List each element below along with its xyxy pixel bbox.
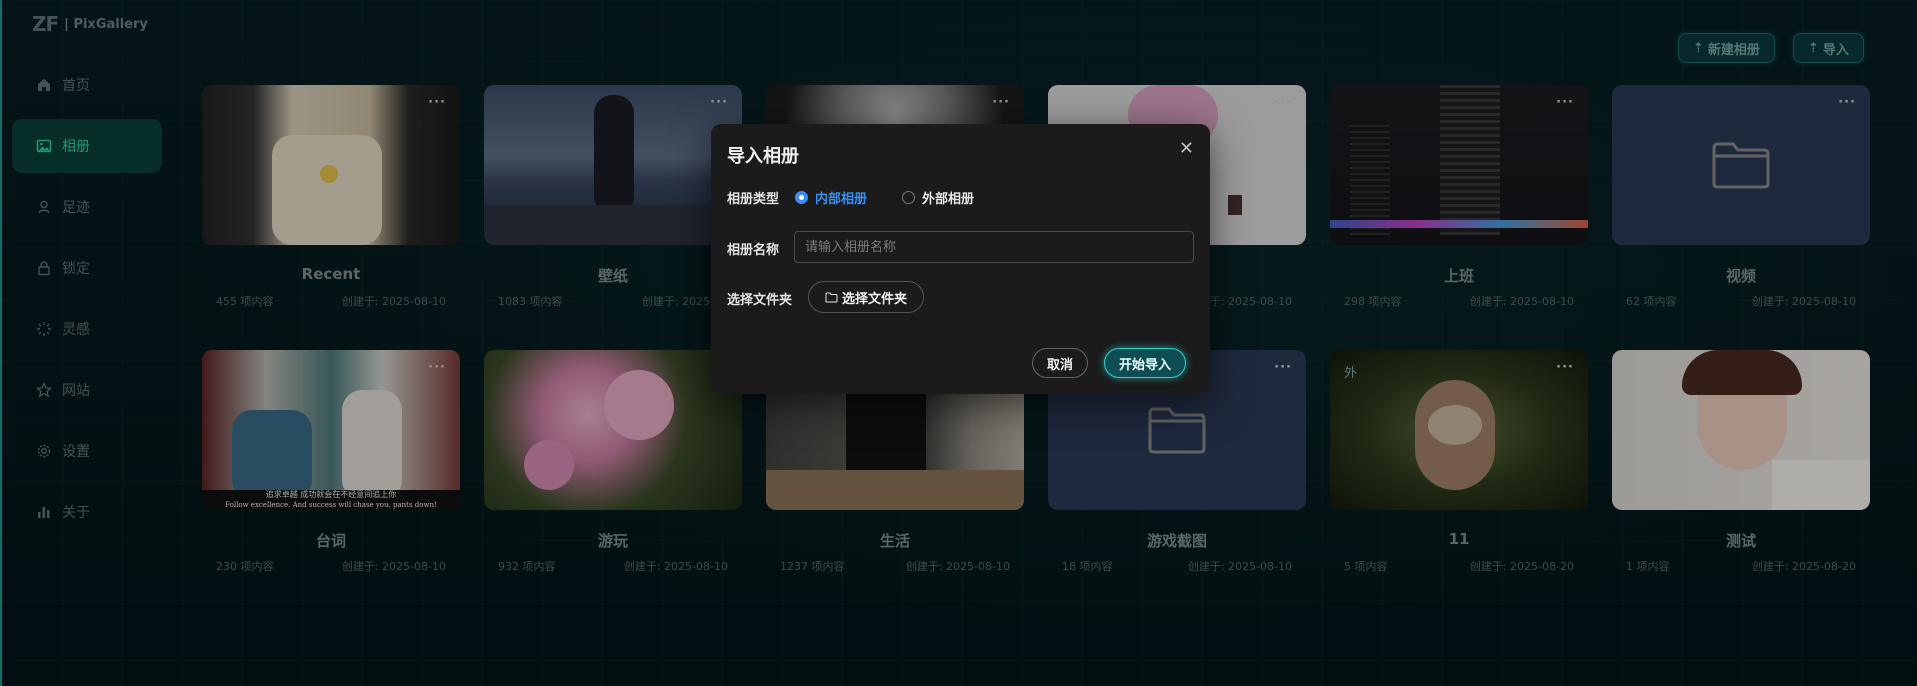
radio-unchecked-icon bbox=[902, 191, 915, 204]
cancel-button[interactable]: 取消 bbox=[1032, 348, 1089, 378]
select-folder-button-label: 选择文件夹 bbox=[842, 291, 908, 307]
folder-icon bbox=[825, 292, 838, 302]
radio-external-album[interactable]: 外部相册 bbox=[902, 188, 974, 207]
album-type-label: 相册类型 bbox=[727, 192, 780, 207]
app-window: ZF | PixGallery 首页 相册 足迹 锁定 灵感 网站 设置 关于 … bbox=[0, 0, 1917, 686]
album-name-input[interactable] bbox=[794, 231, 1194, 263]
radio-label: 内部相册 bbox=[815, 192, 868, 207]
radio-label: 外部相册 bbox=[922, 192, 975, 207]
select-folder-label: 选择文件夹 bbox=[727, 293, 793, 308]
start-import-button[interactable]: 开始导入 bbox=[1104, 348, 1187, 378]
dialog-title: 导入相册 bbox=[727, 146, 799, 167]
select-folder-button[interactable]: 选择文件夹 bbox=[808, 281, 925, 313]
import-album-dialog: 导入相册 ✕ 相册类型 内部相册 外部相册 相册名称 选择文件夹 选择文件夹 取… bbox=[711, 124, 1210, 394]
radio-internal-album[interactable]: 内部相册 bbox=[795, 188, 867, 207]
close-icon[interactable]: ✕ bbox=[1179, 138, 1194, 159]
radio-checked-icon bbox=[795, 191, 808, 204]
album-name-label: 相册名称 bbox=[727, 243, 780, 258]
